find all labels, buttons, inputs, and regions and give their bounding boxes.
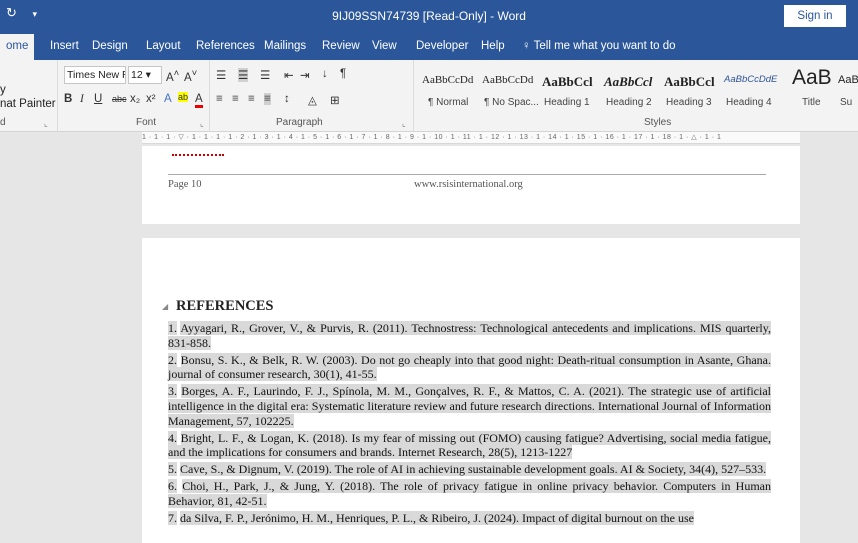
- styles-gallery: AaBbCcDd ¶ Normal AaBbCcDd ¶ No Spac... …: [416, 60, 858, 132]
- increase-indent-icon[interactable]: ⇥: [300, 68, 310, 82]
- clipboard-group: y nat Painter d ⌞: [0, 60, 58, 132]
- style-heading-4[interactable]: AaBbCcDdE Heading 4: [722, 64, 786, 110]
- footer-rule: [168, 174, 766, 175]
- align-right-icon[interactable]: ≡: [248, 93, 255, 105]
- subscript-icon[interactable]: x₂: [130, 93, 140, 105]
- tab-layout[interactable]: Layout: [146, 34, 181, 60]
- font-group-label: Font: [136, 117, 157, 128]
- numbering-icon[interactable]: ☰: [238, 68, 249, 82]
- reference-item: 5. Cave, S., & Dignum, V. (2019). The ro…: [168, 462, 767, 477]
- align-center-icon[interactable]: ≡: [232, 93, 239, 105]
- lightbulb-icon: ♀: [522, 40, 531, 52]
- reference-item: 6. Choi, H., Park, J., & Jung, Y. (2018)…: [168, 478, 772, 508]
- tab-developer[interactable]: Developer: [416, 34, 468, 60]
- tell-me-search[interactable]: ♀ Tell me what you want to do: [522, 34, 676, 60]
- style-heading-2[interactable]: AaBbCcl Heading 2: [602, 64, 662, 110]
- footer-page-number: Page 10: [168, 179, 202, 190]
- reference-item: 1. Ayyagari, R., Grover, V., & Purvis, R…: [168, 321, 771, 350]
- sort-icon[interactable]: ↓: [322, 68, 328, 80]
- line-spacing-icon[interactable]: ↕: [284, 93, 290, 105]
- references-list: 1. Ayyagari, R., Grover, V., & Purvis, R…: [168, 321, 772, 527]
- font-group: Times New R ▾ 12 ▾ A˄ A˅ B I U abc x₂ x²…: [60, 60, 210, 132]
- paragraph-dialog-launcher-icon[interactable]: ⌞: [402, 119, 406, 128]
- multilevel-list-icon[interactable]: ☰: [260, 68, 270, 82]
- horizontal-ruler[interactable]: 1 · 1 · 1 · ▽ · 1 · 1 · 1 · 1 · 2 · 1 · …: [142, 132, 800, 144]
- superscript-icon[interactable]: x²: [146, 93, 156, 105]
- paragraph-group-label: Paragraph: [276, 117, 323, 128]
- footer-website: www.rsisinternational.org: [414, 179, 523, 190]
- font-name-box[interactable]: Times New R ▾: [64, 66, 126, 84]
- style-no-spacing[interactable]: AaBbCcDd ¶ No Spac...: [480, 64, 540, 110]
- style-normal[interactable]: AaBbCcDd ¶ Normal: [420, 64, 480, 110]
- reference-item: 7. da Silva, F. P., Jerónimo, H. M., Hen…: [168, 510, 694, 525]
- font-color-icon[interactable]: A: [195, 93, 203, 108]
- bullets-icon[interactable]: ☰: [216, 68, 226, 82]
- show-formatting-icon[interactable]: ¶: [340, 68, 346, 80]
- reference-item: 3. Borges, A. F., Laurindo, F. J., Spíno…: [168, 384, 772, 428]
- styles-group-label: Styles: [644, 117, 672, 128]
- paragraph-group: ☰ ☰ ☰ ⇤ ⇥ ↓ ¶ ≡ ≡ ≡ ≡ ↕ ◬ ⊞ Paragraph ⌞: [212, 60, 414, 132]
- tab-references[interactable]: References: [196, 34, 255, 60]
- dialog-launcher-icon[interactable]: ⌞: [44, 119, 48, 128]
- align-left-icon[interactable]: ≡: [216, 93, 223, 105]
- format-painter-button[interactable]: nat Painter: [0, 98, 56, 110]
- tab-mailings[interactable]: Mailings: [264, 34, 306, 60]
- copy-button[interactable]: y: [0, 84, 6, 96]
- tab-help[interactable]: Help: [481, 34, 505, 60]
- title-bar: ↻ ▾ 9IJ09SSN74739 [Read-Only] - Word Sig…: [0, 0, 858, 34]
- sign-in-button[interactable]: Sign in: [784, 5, 846, 27]
- page-previous: Page 10 www.rsisinternational.org: [142, 146, 800, 224]
- shrink-font-icon[interactable]: A˅: [184, 68, 197, 84]
- borders-icon[interactable]: ⊞: [330, 93, 340, 107]
- clipboard-group-label: d: [0, 117, 6, 128]
- decrease-indent-icon[interactable]: ⇤: [284, 68, 294, 82]
- italic-icon[interactable]: I: [80, 93, 84, 105]
- tab-design[interactable]: Design: [92, 34, 128, 60]
- ribbon-home: y nat Painter d ⌞ Times New R ▾ 12 ▾ A˄ …: [0, 60, 858, 132]
- tab-review[interactable]: Review: [322, 34, 360, 60]
- highlight-icon[interactable]: ab: [178, 92, 189, 102]
- style-subtitle[interactable]: AaB Su: [836, 64, 858, 110]
- tab-view[interactable]: View: [372, 34, 397, 60]
- window-title: 9IJ09SSN74739 [Read-Only] - Word: [332, 9, 526, 23]
- style-heading-1[interactable]: AaBbCcl Heading 1: [540, 64, 602, 110]
- grow-font-icon[interactable]: A˄: [166, 68, 179, 84]
- page-current: ◢ REFERENCES 1. Ayyagari, R., Grover, V.…: [142, 238, 800, 543]
- tab-home[interactable]: ome: [0, 34, 35, 60]
- reference-item: 4. Bright, L. F., & Logan, K. (2018). Is…: [168, 430, 771, 460]
- strikethrough-icon[interactable]: abc: [112, 94, 127, 104]
- bold-icon[interactable]: B: [64, 93, 72, 105]
- spelling-marker: [172, 153, 224, 156]
- shading-icon[interactable]: ◬: [308, 93, 317, 107]
- ribbon-tabs: ome Insert Design Layout References Mail…: [0, 34, 858, 60]
- style-heading-3[interactable]: AaBbCcl Heading 3: [662, 64, 722, 110]
- text-effects-icon[interactable]: A: [164, 93, 172, 105]
- references-heading: REFERENCES: [176, 298, 274, 314]
- style-title[interactable]: AaB Title: [792, 64, 832, 110]
- reference-item: 2. Bonsu, S. K., & Belk, R. W. (2003). D…: [168, 352, 771, 382]
- tab-insert[interactable]: Insert: [50, 34, 79, 60]
- underline-icon[interactable]: U: [94, 93, 102, 105]
- collapse-heading-icon[interactable]: ◢: [162, 302, 168, 311]
- justify-icon[interactable]: ≡: [264, 93, 271, 105]
- font-dialog-launcher-icon[interactable]: ⌞: [200, 119, 204, 128]
- font-size-box[interactable]: 12 ▾: [128, 66, 162, 84]
